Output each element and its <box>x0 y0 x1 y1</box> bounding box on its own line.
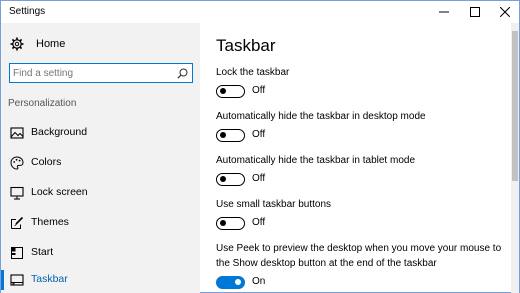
home-label: Home <box>36 38 66 50</box>
title-bar: Settings <box>1 1 519 23</box>
toggle-knob <box>220 220 226 226</box>
sidebar-item-label: Lock screen <box>31 186 88 198</box>
taskbar-icon <box>10 274 24 286</box>
sidebar-item-start[interactable]: Start <box>1 240 200 266</box>
setting-peek: Use Peek to preview the desktop when you… <box>216 241 506 292</box>
search-input[interactable] <box>13 66 173 80</box>
autohide-tablet-toggle[interactable] <box>216 173 245 186</box>
minimize-icon <box>439 11 449 13</box>
scrollbar-thumb[interactable] <box>512 31 518 181</box>
toggle-knob <box>220 132 226 138</box>
sidebar-item-colors[interactable]: Colors <box>1 150 200 176</box>
sidebar-item-taskbar[interactable]: Taskbar <box>1 267 200 293</box>
gear-icon <box>10 37 24 51</box>
setting-small-buttons: Use small taskbar buttons Off <box>216 197 506 233</box>
setting-autohide-desktop: Automatically hide the taskbar in deskto… <box>216 109 506 145</box>
maximize-icon <box>470 7 480 17</box>
home-nav-item[interactable]: Home <box>10 36 65 52</box>
close-button[interactable] <box>490 1 520 23</box>
setting-autohide-tablet: Automatically hide the taskbar in tablet… <box>216 153 506 189</box>
autohide-desktop-toggle[interactable] <box>216 129 245 142</box>
selected-indicator <box>1 270 4 290</box>
toggle-knob <box>235 279 241 285</box>
sidebar-item-lock-screen[interactable]: Lock screen <box>1 180 200 206</box>
section-label-personalization: Personalization <box>8 98 77 109</box>
sidebar-item-themes[interactable]: Themes <box>1 210 200 236</box>
toggle-state: Off <box>252 129 266 140</box>
close-icon <box>500 7 510 17</box>
palette-icon <box>10 156 24 170</box>
minimize-button[interactable] <box>429 1 459 23</box>
sidebar-item-label: Start <box>31 246 54 258</box>
setting-label: Use Peek to preview the desktop when you… <box>216 243 502 269</box>
setting-lock-taskbar: Lock the taskbar Off <box>216 65 506 101</box>
main-content: Taskbar Lock the taskbar Off Automatical… <box>200 23 510 293</box>
sidebar-item-label: Taskbar <box>31 273 68 285</box>
sidebar-item-background[interactable]: Background <box>1 120 200 146</box>
maximize-button[interactable] <box>460 1 490 23</box>
brush-icon <box>11 216 24 229</box>
toggle-state: Off <box>252 85 266 96</box>
sidebar-item-label: Colors <box>31 156 62 168</box>
search-icon[interactable] <box>177 68 188 79</box>
picture-icon <box>10 127 24 139</box>
monitor-lock-icon <box>10 186 24 200</box>
toggle-state: On <box>252 276 266 287</box>
setting-label: Lock the taskbar <box>216 67 290 78</box>
settings-window: Settings Home Find a setting Personaliza… <box>0 0 520 293</box>
setting-label: Automatically hide the taskbar in tablet… <box>216 155 415 166</box>
search-box <box>9 63 193 83</box>
setting-label: Use small taskbar buttons <box>216 199 332 210</box>
small-buttons-toggle[interactable] <box>216 217 245 230</box>
peek-toggle[interactable] <box>216 276 245 289</box>
window-title: Settings <box>9 6 46 17</box>
sidebar-item-label: Background <box>31 126 88 138</box>
lock-taskbar-toggle[interactable] <box>216 85 245 98</box>
sidebar-item-label: Themes <box>31 216 69 228</box>
toggle-knob <box>220 176 226 182</box>
sidebar: Home Personalization Background Colors <box>1 23 200 293</box>
setting-label: Automatically hide the taskbar in deskto… <box>216 111 426 122</box>
page-title: Taskbar <box>216 36 276 55</box>
toggle-state: Off <box>252 217 266 228</box>
scrollbar[interactable] <box>511 23 519 293</box>
toggle-knob <box>220 88 226 94</box>
toggle-state: Off <box>252 173 266 184</box>
start-grid-icon <box>11 247 23 259</box>
